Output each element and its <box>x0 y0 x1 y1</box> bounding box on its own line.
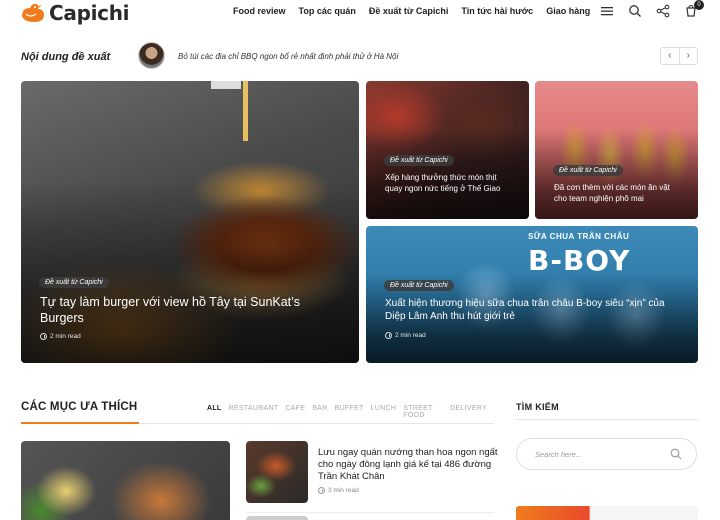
card-title[interactable]: Tự tay làm burger với view hồ Tây tại Su… <box>40 294 330 326</box>
next-post-thumbnail[interactable] <box>246 516 308 520</box>
card-title[interactable]: Xuất hiện thương hiệu sữa chua trân châu… <box>385 297 675 323</box>
hero-card-burger[interactable]: Đề xuất từ Capichi Tự tay làm burger với… <box>21 81 359 363</box>
post-divider <box>246 512 494 513</box>
main-nav: Food review Top các quán Đề xuất từ Capi… <box>233 6 603 16</box>
cart-count-badge: 0 <box>694 0 704 10</box>
read-time-text: 2 min read <box>395 332 426 339</box>
post-title[interactable]: Lưu ngay quán nướng than hoa ngon ngất c… <box>318 447 498 483</box>
sidebar-search-header: TÌM KIẾM <box>516 400 698 420</box>
post-read-time-text: 3 min read <box>328 487 359 494</box>
clock-icon <box>40 333 47 340</box>
nav-tin-tuc[interactable]: Tin tức hài hước <box>461 6 533 16</box>
search-icon[interactable] <box>670 448 682 460</box>
category-badge[interactable]: Đề xuất từ Capichi <box>553 165 623 176</box>
filter-restaurant[interactable]: RESTAURANT <box>229 405 279 419</box>
featured-avatar[interactable] <box>138 42 165 69</box>
featured-post-image[interactable] <box>21 441 230 520</box>
read-time: 2 min read <box>40 333 81 340</box>
logo-text: Capichi <box>49 1 130 25</box>
favorites-title: CÁC MỤC ƯA THÍCH <box>21 401 138 413</box>
favorites-header: CÁC MỤC ƯA THÍCH ALL RESTAURANT CAFE BAR… <box>21 400 494 424</box>
prev-arrow-button[interactable]: ‹ <box>661 48 680 64</box>
hero-card-an-vat[interactable]: Đề xuất từ Capichi Đã cơn thèm với các m… <box>535 81 698 219</box>
filter-buffet[interactable]: BUFFET <box>335 405 364 419</box>
filter-street-food[interactable]: STREET FOOD <box>403 405 443 419</box>
cart-button[interactable]: 0 <box>684 0 704 18</box>
clock-icon <box>385 332 392 339</box>
category-badge[interactable]: Đề xuất từ Capichi <box>384 155 454 166</box>
site-header: Capichi Food review Top các quán Đề xuất… <box>0 0 720 26</box>
sidebar-ad-banner[interactable] <box>516 506 698 520</box>
read-time: 2 min read <box>385 332 426 339</box>
filter-cafe[interactable]: CAFE <box>285 405 305 419</box>
flag-decoration <box>211 81 241 89</box>
hero-card-bboy[interactable]: SỮA CHUA TRÂN CHÂU B-BOY Đề xuất từ Capi… <box>366 226 698 363</box>
nav-top-quan[interactable]: Top các quán <box>299 6 356 16</box>
search-placeholder: Search here... <box>535 450 583 459</box>
filter-all[interactable]: ALL <box>207 405 222 419</box>
share-icon[interactable] <box>656 4 670 18</box>
hero-card-thit-quay[interactable]: Đề xuất từ Capichi Xếp hàng thưởng thức … <box>366 81 529 219</box>
bboy-subtitle: SỮA CHUA TRÂN CHÂU <box>528 232 630 241</box>
nav-de-xuat[interactable]: Đề xuất từ Capichi <box>369 6 449 16</box>
featured-label: Nội dung đề xuất <box>21 51 111 63</box>
nav-food-review[interactable]: Food review <box>233 6 286 16</box>
featured-headline[interactable]: Bỏ túi các địa chỉ BBQ ngon bổ rẻ nhất đ… <box>178 52 398 61</box>
featured-nav: ‹ › <box>660 47 698 65</box>
menu-icon[interactable] <box>600 4 614 18</box>
read-time-text: 2 min read <box>50 333 81 340</box>
header-actions: 0 <box>600 0 704 18</box>
filter-lunch[interactable]: LUNCH <box>371 405 397 419</box>
category-filters: ALL RESTAURANT CAFE BAR BUFFET LUNCH STR… <box>207 405 494 419</box>
post-thumbnail[interactable] <box>246 441 308 503</box>
search-icon[interactable] <box>628 4 642 18</box>
card-title[interactable]: Đã cơn thèm với các món ăn vặt cho team … <box>554 182 684 204</box>
card-title[interactable]: Xếp hàng thưởng thức món thịt quay ngon … <box>385 172 515 194</box>
bboy-logo-text: B-BOY <box>528 244 631 277</box>
next-arrow-button[interactable]: › <box>680 48 698 64</box>
featured-bar: Nội dung đề xuất Bỏ túi các địa chỉ BBQ … <box>21 42 701 70</box>
nav-giao-hang[interactable]: Giao hàng <box>546 6 590 16</box>
site-logo[interactable]: Capichi <box>20 1 130 25</box>
sidebar-search-title: TÌM KIẾM <box>516 402 559 412</box>
title-underline <box>21 422 139 424</box>
logo-duck-icon <box>22 3 44 22</box>
filter-delivery[interactable]: DELIVERY <box>450 405 487 419</box>
category-badge[interactable]: Đề xuất từ Capichi <box>39 277 109 288</box>
sidebar-search-input[interactable]: Search here... <box>516 438 697 470</box>
skewer-decoration <box>243 81 248 141</box>
clock-icon <box>318 487 325 494</box>
category-badge[interactable]: Đề xuất từ Capichi <box>384 280 454 291</box>
post-read-time: 3 min read <box>318 487 359 494</box>
filter-bar[interactable]: BAR <box>312 405 327 419</box>
